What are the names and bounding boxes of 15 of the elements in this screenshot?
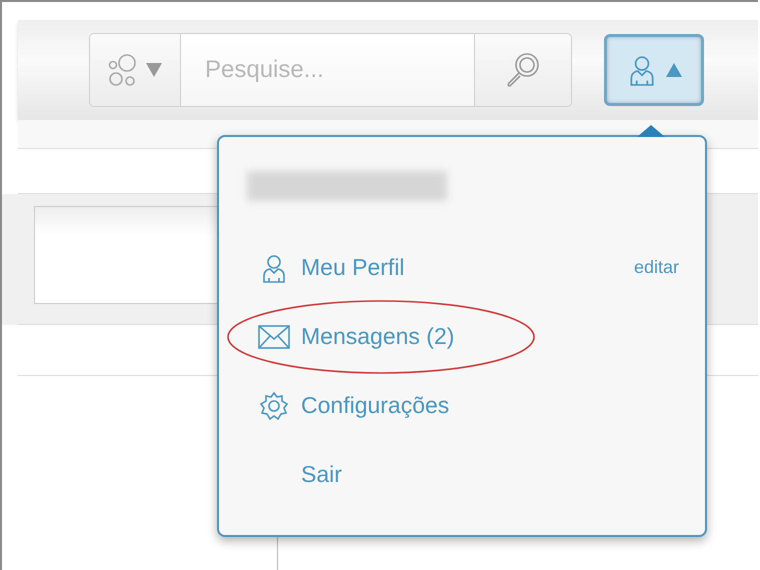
search-icon (506, 52, 540, 88)
filter-button[interactable] (90, 34, 180, 106)
menu-item[interactable]: Meu Perfil (257, 252, 405, 282)
envelope-icon (258, 324, 290, 348)
dropdown-icon (146, 63, 162, 77)
edit-link[interactable]: editar (634, 257, 679, 278)
menu-item[interactable]: Sair (257, 461, 342, 488)
bubbles-icon (108, 53, 138, 87)
search-field[interactable]: Pesquise... (180, 34, 475, 106)
popup-caret-icon (637, 125, 665, 137)
menu-item[interactable]: Configurações (257, 390, 450, 420)
search-button[interactable] (475, 34, 571, 106)
user-menu-button[interactable] (604, 34, 704, 106)
caret-icon (666, 63, 682, 77)
gear-icon (259, 390, 289, 420)
